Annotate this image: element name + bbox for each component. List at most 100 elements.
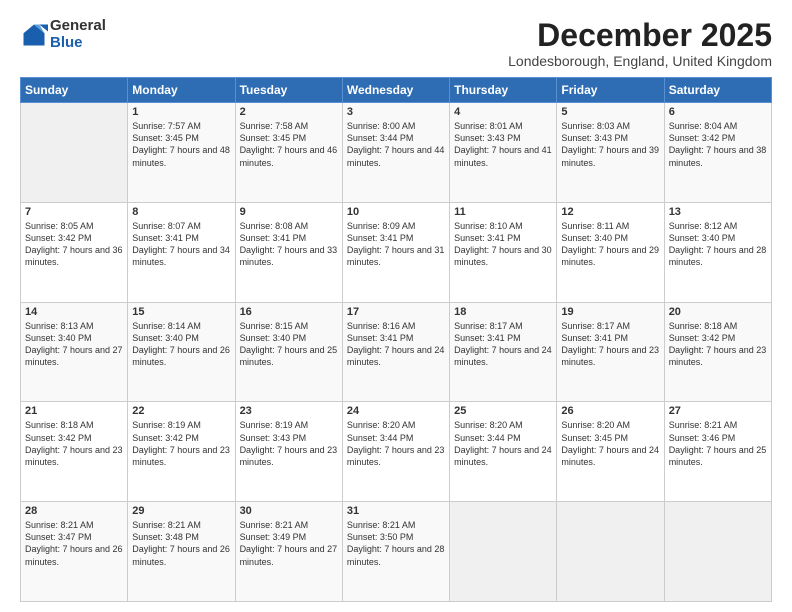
daylight-text: Daylight: 7 hours and 46 minutes. (240, 144, 338, 168)
sunrise-text: Sunrise: 8:01 AM (454, 120, 552, 132)
sunset-text: Sunset: 3:43 PM (561, 132, 659, 144)
day-number: 1 (132, 106, 230, 118)
day-info: Sunrise: 8:18 AMSunset: 3:42 PMDaylight:… (669, 320, 767, 369)
day-info: Sunrise: 8:05 AMSunset: 3:42 PMDaylight:… (25, 220, 123, 269)
daylight-text: Daylight: 7 hours and 24 minutes. (454, 344, 552, 368)
table-cell: 29Sunrise: 8:21 AMSunset: 3:48 PMDayligh… (128, 502, 235, 602)
sunrise-text: Sunrise: 8:15 AM (240, 320, 338, 332)
header-saturday: Saturday (664, 78, 771, 103)
table-cell: 7 Sunrise: 8:05 AMSunset: 3:42 PMDaylight… (21, 202, 128, 302)
sunset-text: Sunset: 3:40 PM (240, 332, 338, 344)
day-number: 16 (240, 306, 338, 318)
daylight-text: Daylight: 7 hours and 30 minutes. (454, 244, 552, 268)
day-number: 15 (132, 306, 230, 318)
day-number: 14 (25, 306, 123, 318)
table-cell: 1Sunrise: 7:57 AMSunset: 3:45 PMDaylight… (128, 103, 235, 203)
table-cell (21, 103, 128, 203)
sunset-text: Sunset: 3:44 PM (454, 432, 552, 444)
table-cell: 10Sunrise: 8:09 AMSunset: 3:41 PMDayligh… (342, 202, 449, 302)
sunrise-text: Sunrise: 8:21 AM (240, 519, 338, 531)
day-number: 7 (25, 206, 123, 218)
daylight-text: Daylight: 7 hours and 25 minutes. (240, 344, 338, 368)
table-cell: 26Sunrise: 8:20 AMSunset: 3:45 PMDayligh… (557, 402, 664, 502)
day-number: 12 (561, 206, 659, 218)
day-number: 30 (240, 505, 338, 517)
day-number: 18 (454, 306, 552, 318)
day-info: Sunrise: 8:21 AMSunset: 3:50 PMDaylight:… (347, 519, 445, 568)
sunrise-text: Sunrise: 8:08 AM (240, 220, 338, 232)
sunrise-text: Sunrise: 8:10 AM (454, 220, 552, 232)
day-number: 13 (669, 206, 767, 218)
week-row-3: 21Sunrise: 8:18 AMSunset: 3:42 PMDayligh… (21, 402, 772, 502)
day-info: Sunrise: 8:21 AMSunset: 3:47 PMDaylight:… (25, 519, 123, 568)
day-info: Sunrise: 8:09 AMSunset: 3:41 PMDaylight:… (347, 220, 445, 269)
daylight-text: Daylight: 7 hours and 23 minutes. (132, 444, 230, 468)
sunrise-text: Sunrise: 8:04 AM (669, 120, 767, 132)
header-friday: Friday (557, 78, 664, 103)
table-cell: 27Sunrise: 8:21 AMSunset: 3:46 PMDayligh… (664, 402, 771, 502)
day-info: Sunrise: 8:11 AMSunset: 3:40 PMDaylight:… (561, 220, 659, 269)
sunrise-text: Sunrise: 8:12 AM (669, 220, 767, 232)
table-cell: 3Sunrise: 8:00 AMSunset: 3:44 PMDaylight… (342, 103, 449, 203)
sunset-text: Sunset: 3:41 PM (240, 232, 338, 244)
header: General Blue December 2025 Londesborough… (20, 18, 772, 69)
table-cell: 22Sunrise: 8:19 AMSunset: 3:42 PMDayligh… (128, 402, 235, 502)
logo-icon (20, 21, 48, 49)
day-number: 9 (240, 206, 338, 218)
table-cell: 12 Sunrise: 8:11 AMSunset: 3:40 PMDayligh… (557, 202, 664, 302)
day-number: 25 (454, 405, 552, 417)
table-cell: 24Sunrise: 8:20 AMSunset: 3:44 PMDayligh… (342, 402, 449, 502)
logo: General Blue (20, 18, 106, 51)
sunrise-text: Sunrise: 8:18 AM (669, 320, 767, 332)
day-info: Sunrise: 8:19 AMSunset: 3:43 PMDaylight:… (240, 419, 338, 468)
day-number: 11 (454, 206, 552, 218)
header-tuesday: Tuesday (235, 78, 342, 103)
sunrise-text: Sunrise: 8:20 AM (347, 419, 445, 431)
day-info: Sunrise: 8:21 AMSunset: 3:46 PMDaylight:… (669, 419, 767, 468)
sunset-text: Sunset: 3:42 PM (25, 432, 123, 444)
day-info: Sunrise: 8:08 AMSunset: 3:41 PMDaylight:… (240, 220, 338, 269)
daylight-text: Daylight: 7 hours and 27 minutes. (25, 344, 123, 368)
sunset-text: Sunset: 3:41 PM (347, 332, 445, 344)
day-info: Sunrise: 8:10 AMSunset: 3:41 PMDaylight:… (454, 220, 552, 269)
sunrise-text: Sunrise: 8:17 AM (454, 320, 552, 332)
sunset-text: Sunset: 3:41 PM (347, 232, 445, 244)
table-cell: 19Sunrise: 8:17 AMSunset: 3:41 PMDayligh… (557, 302, 664, 402)
title-block: December 2025 Londesborough, England, Un… (508, 18, 772, 69)
day-info: Sunrise: 8:20 AMSunset: 3:45 PMDaylight:… (561, 419, 659, 468)
day-info: Sunrise: 8:21 AMSunset: 3:48 PMDaylight:… (132, 519, 230, 568)
sunset-text: Sunset: 3:41 PM (132, 232, 230, 244)
daylight-text: Daylight: 7 hours and 23 minutes. (669, 344, 767, 368)
daylight-text: Daylight: 7 hours and 34 minutes. (132, 244, 230, 268)
table-cell: 28Sunrise: 8:21 AMSunset: 3:47 PMDayligh… (21, 502, 128, 602)
sunrise-text: Sunrise: 8:11 AM (561, 220, 659, 232)
day-info: Sunrise: 8:03 AMSunset: 3:43 PMDaylight:… (561, 120, 659, 169)
daylight-text: Daylight: 7 hours and 24 minutes. (561, 444, 659, 468)
daylight-text: Daylight: 7 hours and 31 minutes. (347, 244, 445, 268)
table-cell: 9 Sunrise: 8:08 AMSunset: 3:41 PMDaylight… (235, 202, 342, 302)
sunset-text: Sunset: 3:41 PM (454, 232, 552, 244)
week-row-2: 14 Sunrise: 8:13 AMSunset: 3:40 PMDayligh… (21, 302, 772, 402)
table-cell: 11 Sunrise: 8:10 AMSunset: 3:41 PMDayligh… (450, 202, 557, 302)
table-cell: 5Sunrise: 8:03 AMSunset: 3:43 PMDaylight… (557, 103, 664, 203)
daylight-text: Daylight: 7 hours and 39 minutes. (561, 144, 659, 168)
day-number: 19 (561, 306, 659, 318)
table-cell: 14 Sunrise: 8:13 AMSunset: 3:40 PMDayligh… (21, 302, 128, 402)
sunset-text: Sunset: 3:42 PM (669, 132, 767, 144)
table-cell: 30Sunrise: 8:21 AMSunset: 3:49 PMDayligh… (235, 502, 342, 602)
daylight-text: Daylight: 7 hours and 27 minutes. (240, 543, 338, 567)
sunrise-text: Sunrise: 8:16 AM (347, 320, 445, 332)
sunset-text: Sunset: 3:41 PM (454, 332, 552, 344)
daylight-text: Daylight: 7 hours and 23 minutes. (25, 444, 123, 468)
day-info: Sunrise: 8:13 AMSunset: 3:40 PMDaylight:… (25, 320, 123, 369)
day-number: 8 (132, 206, 230, 218)
sunset-text: Sunset: 3:42 PM (132, 432, 230, 444)
daylight-text: Daylight: 7 hours and 28 minutes. (347, 543, 445, 567)
table-cell: 23Sunrise: 8:19 AMSunset: 3:43 PMDayligh… (235, 402, 342, 502)
daylight-text: Daylight: 7 hours and 41 minutes. (454, 144, 552, 168)
day-number: 3 (347, 106, 445, 118)
sunrise-text: Sunrise: 8:14 AM (132, 320, 230, 332)
days-header-row: Sunday Monday Tuesday Wednesday Thursday… (21, 78, 772, 103)
day-info: Sunrise: 8:20 AMSunset: 3:44 PMDaylight:… (454, 419, 552, 468)
location: Londesborough, England, United Kingdom (508, 53, 772, 69)
